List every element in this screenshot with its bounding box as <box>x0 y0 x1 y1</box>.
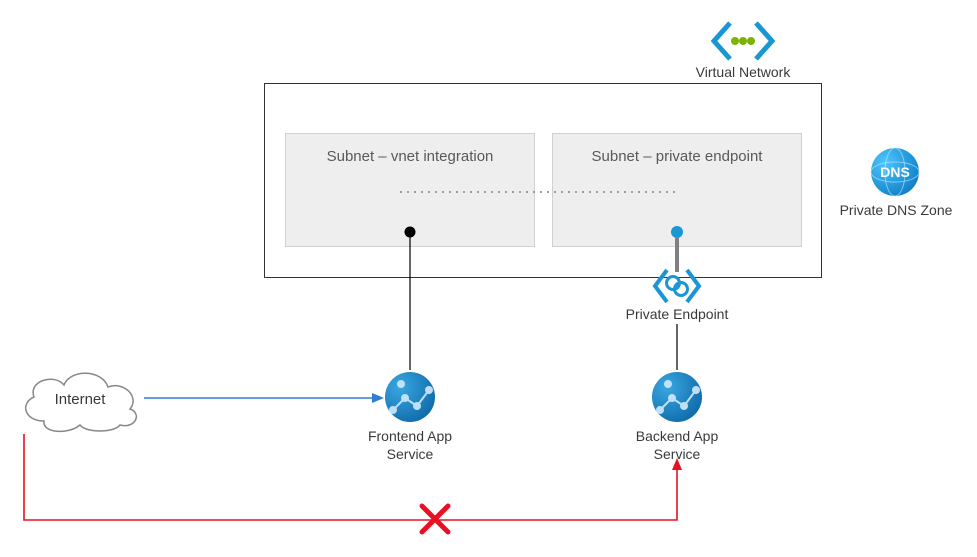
frontend-app-service-icon <box>383 370 437 424</box>
subnet-private-endpoint-label: Subnet – private endpoint <box>592 148 763 165</box>
subnet-dotted-connector <box>400 190 680 194</box>
virtual-network-label: Virtual Network <box>680 63 806 81</box>
virtual-network-icon <box>710 19 776 63</box>
private-dns-zone-label: Private DNS Zone <box>835 201 957 219</box>
private-endpoint-label: Private Endpoint <box>607 305 747 323</box>
private-dns-zone-icon: DNS <box>869 146 921 198</box>
blocked-path-internet-to-backend <box>16 420 696 540</box>
svg-text:DNS: DNS <box>880 164 910 180</box>
connector-pe-to-backend <box>675 324 679 370</box>
backend-app-service-icon <box>650 370 704 424</box>
arrow-internet-to-frontend <box>144 390 384 406</box>
connector-vnetint-to-frontend <box>408 237 412 370</box>
internet-label: Internet <box>40 390 120 410</box>
subnet-vnet-integration-label: Subnet – vnet integration <box>327 148 494 165</box>
architecture-diagram: Virtual Network Subnet – vnet integratio… <box>0 0 977 557</box>
blocked-x-icon <box>418 502 452 536</box>
private-endpoint-icon <box>651 266 703 306</box>
